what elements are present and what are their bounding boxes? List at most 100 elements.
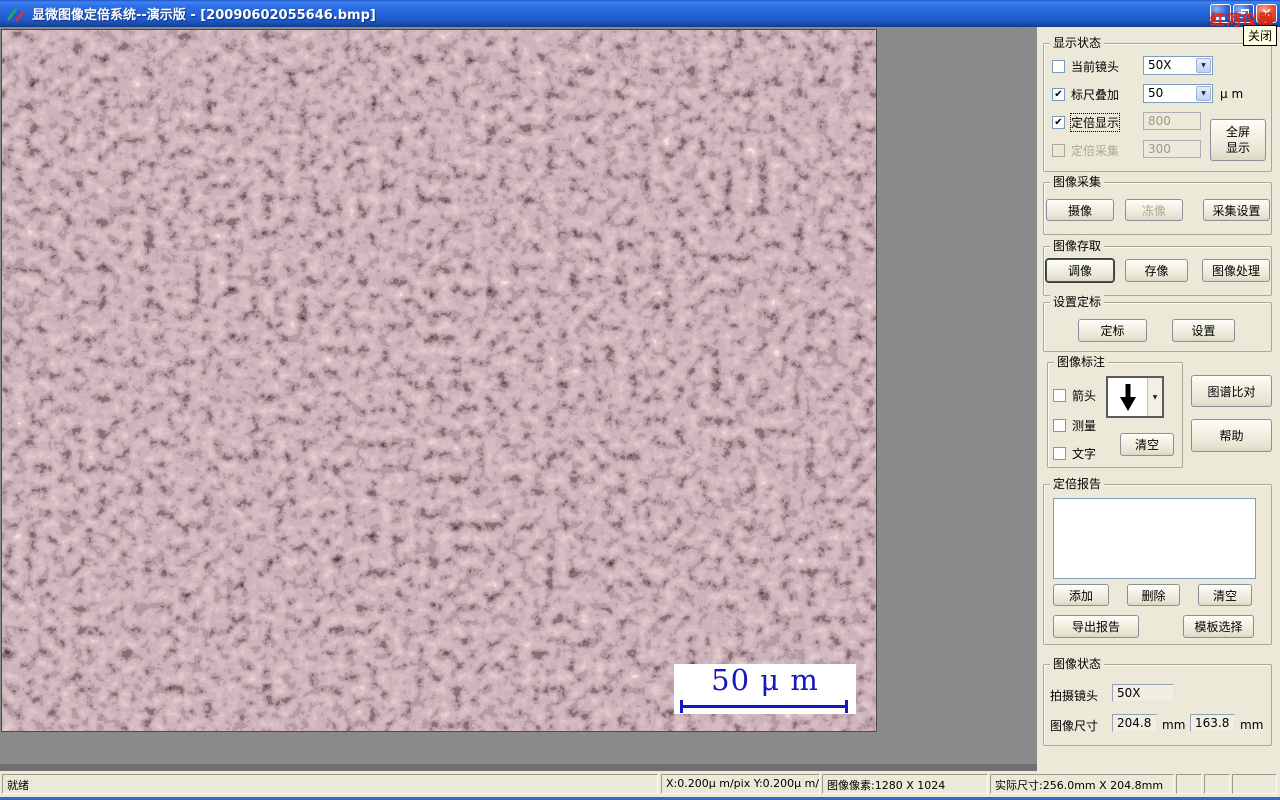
scale-bar: 50 μ m: [674, 663, 856, 714]
status-image-pixels: 图像像素:1280 X 1024: [822, 774, 988, 794]
report-listbox[interactable]: [1053, 498, 1256, 579]
scale-bar-line: [680, 705, 848, 708]
checkbox-label: 标尺叠加: [1071, 88, 1120, 102]
restore-button[interactable]: [1233, 4, 1254, 23]
template-select-button[interactable]: 模板选择: [1183, 615, 1254, 638]
group-calibration: 设置定标 定标 设置: [1043, 295, 1272, 352]
checkbox-box: [1052, 144, 1065, 157]
ruler-size-combobox[interactable]: 50 ▼: [1143, 84, 1213, 103]
export-report-button[interactable]: 导出报告: [1053, 615, 1139, 638]
settings-button[interactable]: 设置: [1172, 319, 1235, 342]
chevron-down-icon[interactable]: ▼: [1196, 86, 1211, 101]
chevron-down-icon[interactable]: ▼: [1147, 378, 1162, 416]
checkbox-box: [1052, 60, 1065, 73]
group-display-status: 显示状态 当前镜头 50X ▼ ✔ 标尺叠加 50 ▼ μ m ✔ 定倍显示 8…: [1043, 36, 1272, 172]
status-bar: 就绪 X:0.200μ m/pix Y:0.200μ m/pix 图像像素:12…: [0, 771, 1280, 797]
bottom-gutter: [0, 764, 1037, 771]
help-button[interactable]: 帮助: [1191, 419, 1272, 452]
checkbox-box: [1053, 389, 1066, 402]
checkbox-box: [1053, 447, 1066, 460]
micrograph-image: [2, 30, 876, 731]
fixed-capture-field: 300: [1143, 140, 1201, 158]
checkbox-label: 定倍采集: [1071, 144, 1120, 158]
group-image-status: 图像状态 拍摄镜头 50X 图像尺寸 204.8 mm 163.8 mm: [1043, 657, 1272, 746]
group-image-storage: 图像存取 调像 存像 图像处理: [1043, 239, 1272, 296]
group-image-capture: 图像采集 摄像 冻像 采集设置: [1043, 175, 1272, 235]
scale-bar-tick-left: [680, 700, 683, 713]
report-clear-button[interactable]: 清空: [1198, 584, 1252, 606]
lens-label: 拍摄镜头: [1050, 689, 1099, 703]
checkbox-text[interactable]: 文字: [1053, 445, 1096, 462]
checkbox-fixed-display[interactable]: ✔ 定倍显示: [1052, 113, 1121, 132]
ruler-unit-label: μ m: [1220, 87, 1244, 101]
checkbox-label: 当前镜头: [1071, 60, 1120, 74]
close-icon: ×: [1261, 6, 1272, 21]
report-add-button[interactable]: 添加: [1053, 584, 1109, 606]
size-label: 图像尺寸: [1050, 719, 1099, 733]
close-button[interactable]: ×: [1256, 4, 1277, 23]
height-unit-label: mm: [1240, 718, 1264, 732]
group-title: 图像状态: [1050, 657, 1105, 672]
status-ready: 就绪: [2, 774, 658, 794]
current-lens-combobox[interactable]: 50X ▼: [1143, 56, 1213, 75]
group-title: 设置定标: [1050, 295, 1105, 310]
image-processing-button[interactable]: 图像处理: [1202, 259, 1270, 282]
capture-button[interactable]: 摄像: [1046, 199, 1114, 221]
combobox-value: 50X: [1148, 58, 1172, 72]
group-title: 图像存取: [1050, 239, 1105, 254]
width-unit-label: mm: [1162, 718, 1186, 732]
status-empty-2: [1204, 774, 1230, 794]
status-empty-1: [1176, 774, 1202, 794]
checkbox-label: 文字: [1072, 447, 1097, 461]
chevron-down-icon[interactable]: ▼: [1196, 58, 1211, 73]
status-actual-size: 实际尺寸:256.0mm X 204.8mm: [990, 774, 1174, 794]
group-report: 定倍报告 添加 删除 清空 导出报告 模板选择: [1043, 477, 1272, 645]
micrograph-viewer[interactable]: 50 μ m: [1, 29, 877, 732]
scale-bar-label: 50 μ m: [711, 663, 819, 697]
group-title: 图像标注: [1054, 355, 1109, 370]
width-value-field: 204.8: [1112, 714, 1157, 732]
checkbox-fixed-capture: 定倍采集: [1052, 142, 1119, 159]
app-icon[interactable]: [6, 6, 26, 22]
combobox-value: 50: [1148, 86, 1164, 100]
checkbox-label: 箭头: [1072, 389, 1097, 403]
load-image-button[interactable]: 调像: [1046, 259, 1114, 282]
title-bar: 显微图像定倍系统--演示版 - [20090602055646.bmp] ×: [0, 0, 1280, 27]
freeze-button: 冻像: [1125, 199, 1183, 221]
calibrate-button[interactable]: 定标: [1078, 319, 1147, 342]
window-title: 显微图像定倍系统--演示版 - [20090602055646.bmp]: [32, 8, 376, 23]
group-title: 图像采集: [1050, 175, 1105, 190]
status-empty-3: [1232, 774, 1277, 794]
checkbox-box: ✔: [1052, 116, 1065, 129]
fixed-display-field: 800: [1143, 112, 1201, 130]
fullscreen-button[interactable]: 全屏显示: [1210, 119, 1266, 161]
restore-icon: [1238, 9, 1249, 18]
checkbox-label: 测量: [1072, 419, 1097, 433]
app-window: 显微图像定倍系统--演示版 - [20090602055646.bmp] × 红…: [0, 0, 1280, 800]
control-panel: 显示状态 当前镜头 50X ▼ ✔ 标尺叠加 50 ▼ μ m ✔ 定倍显示 8…: [1037, 27, 1280, 771]
atlas-compare-button[interactable]: 图谱比对: [1191, 375, 1272, 407]
report-delete-button[interactable]: 删除: [1127, 584, 1180, 606]
checkbox-ruler-overlay[interactable]: ✔ 标尺叠加: [1052, 86, 1119, 103]
group-annotation: 图像标注 箭头 ▼ 测量 文字 清空: [1047, 355, 1183, 468]
height-value-field: 163.8: [1190, 714, 1235, 732]
arrow-style-combobox[interactable]: ▼: [1106, 376, 1164, 418]
close-tooltip: 关闭: [1243, 25, 1278, 46]
status-pixel-scale: X:0.200μ m/pix Y:0.200μ m/pix: [661, 774, 820, 794]
checkbox-measure[interactable]: 测量: [1053, 417, 1096, 434]
scale-bar-tick-right: [845, 700, 848, 713]
group-title: 显示状态: [1050, 36, 1105, 51]
arrow-down-icon: [1108, 378, 1147, 416]
annotation-clear-button[interactable]: 清空: [1120, 433, 1174, 456]
window-controls: ×: [1210, 4, 1277, 23]
checkbox-box: [1053, 419, 1066, 432]
save-image-button[interactable]: 存像: [1125, 259, 1188, 282]
checkbox-current-lens[interactable]: 当前镜头: [1052, 58, 1119, 75]
client-area: 50 μ m: [0, 27, 1037, 764]
minimize-button[interactable]: [1210, 4, 1231, 23]
checkbox-arrow[interactable]: 箭头: [1053, 387, 1096, 404]
group-title: 定倍报告: [1050, 477, 1105, 492]
lens-value-field: 50X: [1112, 684, 1174, 702]
minimize-icon: [1216, 16, 1225, 20]
capture-settings-button[interactable]: 采集设置: [1203, 199, 1270, 221]
